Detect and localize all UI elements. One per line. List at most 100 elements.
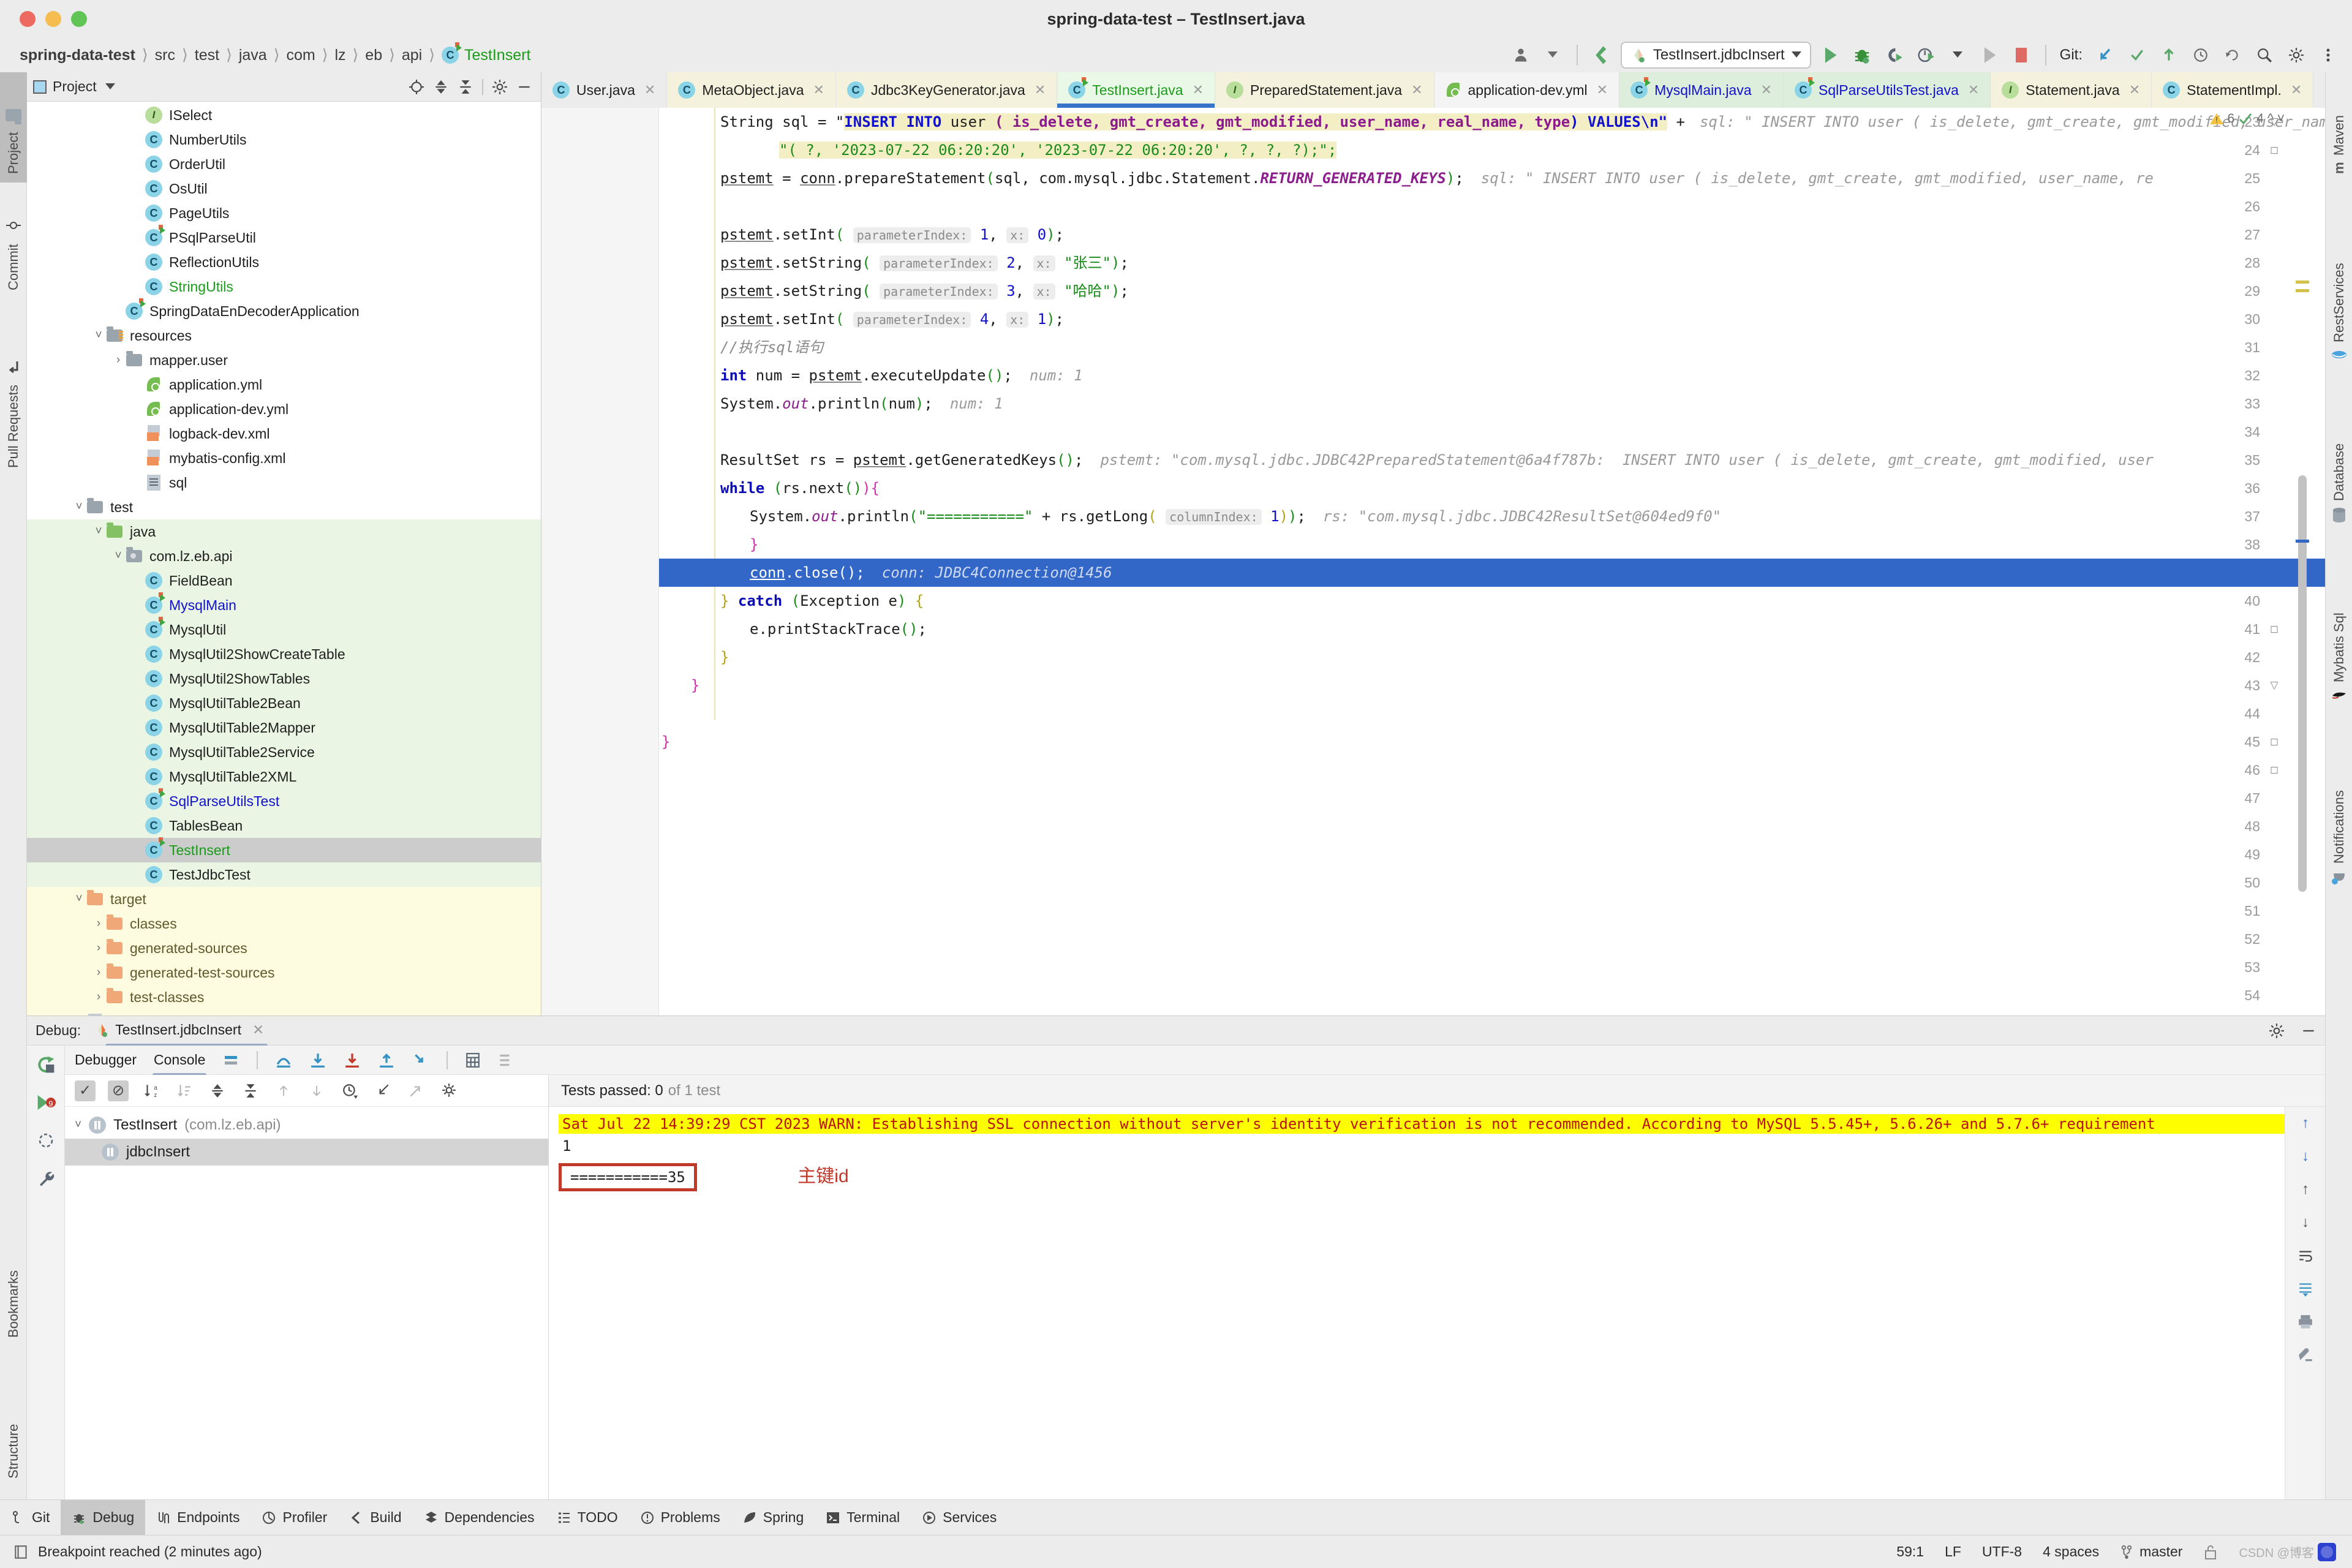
breadcrumb-item-file[interactable]: TestInsert bbox=[464, 47, 530, 64]
tree-node[interactable]: C FieldBean bbox=[27, 568, 541, 593]
editor-tab-metaobject-java[interactable]: C MetaObject.java ✕ bbox=[667, 72, 836, 108]
tree-node[interactable]: › mapper.user bbox=[27, 348, 541, 372]
sidebar-item-mybatis-sql[interactable]: Mybatis Sql bbox=[2326, 544, 2352, 709]
tree-node[interactable]: C OsUtil bbox=[27, 176, 541, 201]
chevron-down-icon[interactable]: ˅ bbox=[72, 892, 86, 906]
code-line-25[interactable]: pstemt = conn.prepareStatement(sql, com.… bbox=[720, 164, 2325, 192]
down-icon[interactable]: ↓ bbox=[2285, 1206, 2326, 1239]
chevron-right-icon[interactable]: › bbox=[92, 917, 105, 930]
inspection-widget[interactable]: ! 6 4 ^ ˅ bbox=[2209, 111, 2285, 126]
code-line-31[interactable]: //执行sql语句 bbox=[720, 333, 2325, 361]
tree-node[interactable]: C MysqlUtil bbox=[27, 617, 541, 642]
sidebar-item-database[interactable]: Database bbox=[2326, 379, 2352, 532]
chevron-down-icon[interactable]: ˅ bbox=[92, 329, 105, 342]
breadcrumb-item-test[interactable]: test bbox=[195, 47, 219, 64]
editor-scrollbar-thumb[interactable] bbox=[2298, 475, 2307, 892]
tree-node[interactable]: C MysqlUtilTable2Service bbox=[27, 740, 541, 764]
tab-console[interactable]: Console bbox=[153, 1052, 207, 1077]
sidebar-item-structure[interactable]: Structure bbox=[0, 1365, 27, 1487]
prev-highlight-icon[interactable]: ^ bbox=[2267, 111, 2274, 126]
indent-setting[interactable]: 4 spaces bbox=[2043, 1544, 2099, 1560]
step-over-icon[interactable] bbox=[275, 1052, 292, 1068]
breadcrumb-item-java[interactable]: java bbox=[239, 47, 267, 64]
sort-alphabetically-icon[interactable]: az bbox=[141, 1080, 162, 1101]
code-line-24[interactable]: "( ?, '2023-07-22 06:20:20', '2023-07-22… bbox=[779, 136, 2325, 164]
test-tree-node[interactable]: jdbcInsert bbox=[65, 1139, 548, 1166]
tree-node[interactable]: C NumberUtils bbox=[27, 127, 541, 152]
chevron-down-icon[interactable]: ˅ bbox=[111, 549, 125, 563]
editor-tab-preparedstatement-java[interactable]: I PreparedStatement.java ✕ bbox=[1215, 72, 1434, 108]
code-line-35[interactable]: ResultSet rs = pstemt.getGeneratedKeys()… bbox=[720, 446, 2325, 474]
user-avatar-icon[interactable] bbox=[1508, 42, 1534, 68]
test-tree-node[interactable]: ˅ TestInsert (com.lz.eb.api) bbox=[65, 1112, 548, 1139]
sidebar-item-pull-requests[interactable]: Pull Requests bbox=[0, 311, 27, 477]
sidebar-item-notifications[interactable]: Notifications bbox=[2326, 722, 2352, 893]
breadcrumb-item-eb[interactable]: eb bbox=[365, 47, 382, 64]
chevron-right-icon[interactable]: › bbox=[111, 353, 125, 367]
sort-duration-icon[interactable] bbox=[174, 1080, 195, 1101]
chevron-down-icon[interactable]: ˅ bbox=[92, 525, 105, 538]
print-icon[interactable] bbox=[2285, 1305, 2326, 1338]
tree-node[interactable]: › classes bbox=[27, 911, 541, 936]
editor-marker-warning[interactable] bbox=[2296, 281, 2309, 284]
history-icon[interactable] bbox=[339, 1080, 360, 1101]
search-everywhere-icon[interactable] bbox=[2252, 42, 2277, 68]
console-side-toolbar[interactable]: ↑ ↓ ↑ ↓ bbox=[2285, 1107, 2325, 1499]
clear-all-icon[interactable] bbox=[2285, 1338, 2326, 1371]
editor-tab-statement-java[interactable]: I Statement.java ✕ bbox=[1991, 72, 2152, 108]
tool-window-bar[interactable]: Git Debug Endpoints Profiler Build Dependenci… bbox=[0, 1499, 2352, 1536]
editor-scrollbar[interactable] bbox=[2298, 108, 2307, 1016]
tree-node[interactable]: C TablesBean bbox=[27, 813, 541, 838]
up-icon[interactable]: ↑ bbox=[2285, 1173, 2326, 1206]
close-icon[interactable]: ✕ bbox=[813, 82, 824, 98]
toolwindow-debug[interactable]: Debug bbox=[61, 1499, 146, 1536]
line-separator[interactable]: LF bbox=[1945, 1544, 1961, 1560]
show-passed-icon[interactable]: ✓ bbox=[75, 1080, 96, 1101]
chevron-down-icon[interactable] bbox=[1945, 42, 1970, 68]
tree-node[interactable]: C SqlParseUtilsTest bbox=[27, 788, 541, 813]
code-line-33[interactable]: System.out.println(num); num: 1 bbox=[720, 390, 2325, 418]
tree-node[interactable]: C ReflectionUtils bbox=[27, 250, 541, 274]
breadcrumb-item-com[interactable]: com bbox=[286, 47, 315, 64]
sidebar-item-restservices[interactable]: RestServices bbox=[2326, 192, 2352, 369]
status-indicators[interactable]: 59:1 LF UTF-8 4 spaces master CSDN @博客 bbox=[1896, 1542, 2336, 1561]
code-line-38[interactable]: } bbox=[750, 530, 2325, 559]
show-ignored-icon[interactable]: ⊘ bbox=[108, 1080, 129, 1101]
minimize-icon[interactable] bbox=[516, 79, 532, 95]
breadcrumb-item-api[interactable]: api bbox=[402, 47, 422, 64]
editor-tab-bar[interactable]: C User.java ✕ C MetaObject.java ✕ C Jdbc3KeyGen… bbox=[541, 72, 2325, 108]
toolwindow-profiler[interactable]: Profiler bbox=[251, 1500, 338, 1536]
soft-wrap-icon[interactable] bbox=[2285, 1239, 2326, 1272]
close-icon[interactable]: ✕ bbox=[1597, 82, 1608, 98]
editor-tab-mysqlmain-java[interactable]: C MysqlMain.java ✕ bbox=[1619, 72, 1784, 108]
run-coverage-icon[interactable] bbox=[1881, 42, 1907, 68]
layout-icon[interactable] bbox=[222, 1053, 239, 1068]
prev-failed-icon[interactable] bbox=[273, 1080, 294, 1101]
project-tree[interactable]: I ISelect C NumberUtils C OrderUtil C OsUtil C Pa… bbox=[27, 102, 541, 1016]
settings-wrench-icon[interactable] bbox=[27, 1159, 65, 1197]
toolwindow-services[interactable]: Services bbox=[911, 1500, 1008, 1536]
tree-node[interactable]: ˅ target bbox=[27, 887, 541, 911]
evaluate-expression-icon[interactable] bbox=[465, 1052, 481, 1068]
tree-node[interactable]: C TestInsert bbox=[27, 837, 541, 862]
git-push-icon[interactable] bbox=[2156, 42, 2182, 68]
file-encoding[interactable]: UTF-8 bbox=[1982, 1544, 2022, 1560]
tree-node[interactable]: C OrderUtil bbox=[27, 152, 541, 176]
scroll-to-end-icon[interactable] bbox=[2285, 1272, 2326, 1305]
close-icon[interactable]: ✕ bbox=[1035, 82, 1046, 98]
code-editor[interactable]: 2324252627282930313233343536373839404142… bbox=[541, 108, 2325, 1016]
collapse-all-icon[interactable] bbox=[458, 79, 473, 95]
tree-node[interactable]: C StringUtils bbox=[27, 274, 541, 299]
editor-marker-warning[interactable] bbox=[2296, 289, 2309, 292]
git-commit-icon[interactable] bbox=[2124, 42, 2150, 68]
chevron-down-icon[interactable]: ˅ bbox=[75, 1118, 81, 1132]
git-history-icon[interactable] bbox=[2188, 42, 2214, 68]
tree-node[interactable]: ˅ java bbox=[27, 519, 541, 544]
more-options-icon[interactable] bbox=[2315, 42, 2341, 68]
stop-icon[interactable] bbox=[2008, 42, 2034, 68]
editor-tab-application-dev-yml[interactable]: application-dev.yml ✕ bbox=[1434, 72, 1620, 108]
toolwindow-spring[interactable]: Spring bbox=[731, 1500, 815, 1536]
editor-tab-jdbc3keygenerator-java[interactable]: C Jdbc3KeyGenerator.java ✕ bbox=[835, 72, 1058, 108]
tree-node[interactable]: C PSqlParseUtil bbox=[27, 225, 541, 250]
code-line-39-current[interactable]: conn.close(); conn: JDBC4Connection@1456 bbox=[659, 559, 2325, 587]
